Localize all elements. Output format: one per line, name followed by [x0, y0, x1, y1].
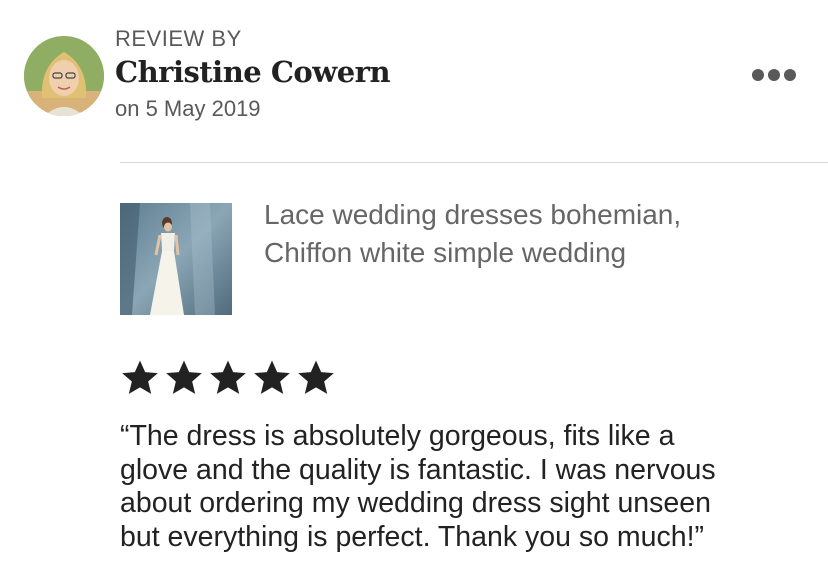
more-dots-icon-dot [784, 69, 796, 81]
review-line: “The dress is absolutely gorgeous, fits … [120, 420, 675, 452]
avatar-image [24, 36, 104, 116]
review-card: REVIEW BY Christine Cowern on 5 May 2019 [0, 0, 828, 573]
star-rating [120, 358, 336, 398]
product-thumbnail[interactable] [120, 203, 232, 315]
review-line: but everything is perfect. Thank you so … [120, 520, 705, 553]
review-by-label: REVIEW BY [115, 26, 242, 51]
star-icon [166, 360, 202, 394]
review-line: glove and the quality is fantastic. I wa… [120, 453, 716, 486]
star-icon [298, 360, 334, 394]
star-icon [122, 360, 158, 394]
review-line: about ordering my wedding dress sight un… [120, 487, 711, 519]
more-dots-icon [752, 69, 764, 81]
product-image [120, 203, 232, 315]
product-title-line: Chiffon white simple wedding [264, 237, 627, 268]
product-title-line: Lace wedding dresses bohemian, [264, 199, 682, 230]
product-title[interactable]: Lace wedding dresses bohemian, Chiffon w… [264, 196, 804, 272]
review-date: on 5 May 2019 [115, 96, 261, 121]
more-dots-icon-dot [768, 69, 780, 81]
divider [120, 162, 828, 163]
review-text: “The dress is absolutely gorgeous, fits … [120, 420, 820, 554]
avatar[interactable] [24, 36, 104, 116]
star-icon [254, 360, 290, 394]
more-options-button[interactable] [744, 62, 804, 88]
star-icon [210, 360, 246, 394]
reviewer-name[interactable]: Christine Cowern [115, 55, 391, 89]
